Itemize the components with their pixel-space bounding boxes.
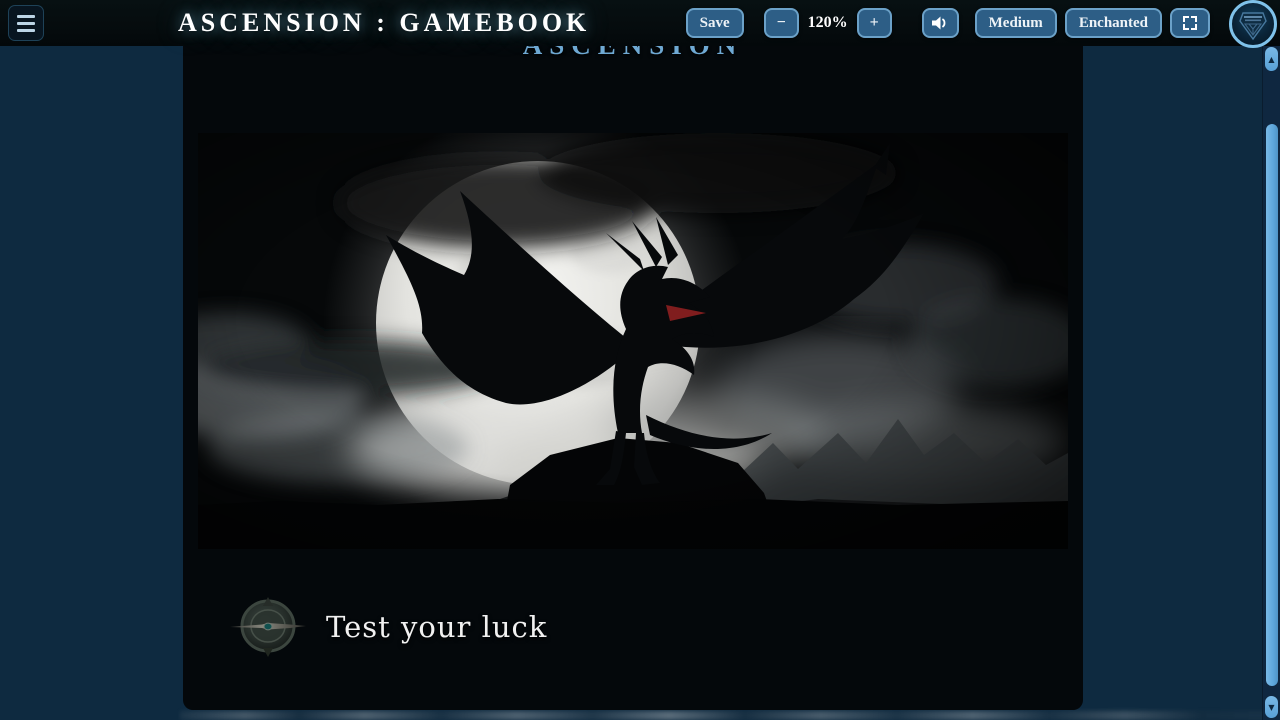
- scroll-up-icon: ▲: [1268, 55, 1274, 64]
- game-logo-emblem: [1237, 7, 1269, 41]
- scroll-up-button[interactable]: ▲: [1265, 47, 1278, 71]
- choice-label: Test your luck: [326, 610, 547, 644]
- save-button[interactable]: Save: [686, 8, 744, 38]
- difficulty-button[interactable]: Medium: [975, 8, 1057, 38]
- app-title: ASCENSION : GAMEBOOK: [178, 8, 590, 38]
- gamebook-page-panel: ASCENSION: [183, 0, 1083, 710]
- vertical-scrollbar[interactable]: ▲ ▼: [1262, 44, 1280, 720]
- zoom-out-button[interactable]: −: [764, 8, 799, 38]
- speaker-icon: [931, 15, 949, 31]
- game-logo[interactable]: [1229, 0, 1277, 48]
- dragon-moon-svg: [198, 133, 1068, 549]
- fullscreen-icon: [1182, 15, 1198, 31]
- scroll-down-icon: ▼: [1268, 703, 1274, 712]
- mode-button[interactable]: Enchanted: [1065, 8, 1162, 38]
- hamburger-icon: [17, 15, 35, 18]
- bottom-page-edge: [180, 711, 1266, 720]
- dragon-moon-illustration: [198, 133, 1068, 549]
- zoom-level: 120%: [808, 14, 848, 32]
- scroll-down-button[interactable]: ▼: [1265, 696, 1278, 718]
- fullscreen-button[interactable]: [1170, 8, 1210, 38]
- scrollbar-thumb[interactable]: [1266, 124, 1278, 686]
- hamburger-menu-button[interactable]: [8, 5, 44, 41]
- compass-sword-icon: [228, 596, 308, 658]
- top-toolbar: ASCENSION : GAMEBOOK Save − 120% + Mediu…: [0, 0, 1280, 46]
- zoom-in-button[interactable]: +: [857, 8, 892, 38]
- choice-test-your-luck[interactable]: Test your luck: [228, 594, 547, 660]
- sound-button[interactable]: [922, 8, 959, 38]
